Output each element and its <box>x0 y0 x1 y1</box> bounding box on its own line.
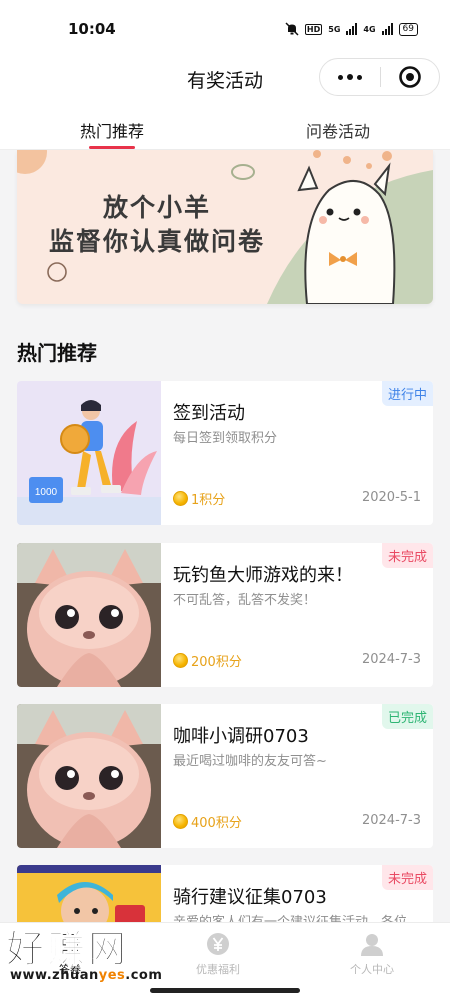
more-menu-button[interactable] <box>320 59 380 95</box>
card-description: 每日签到领取积分 <box>173 431 278 446</box>
card-points: 200积分 <box>173 651 242 670</box>
watermark-url-prefix: www.zhuan <box>10 968 99 983</box>
points-value: 200积分 <box>191 655 242 670</box>
hd-icon: HD <box>304 23 323 35</box>
promo-banner[interactable]: 放个小羊 监督你认真做问卷 <box>17 150 433 304</box>
activity-card[interactable]: 1000 签到活动 每日签到领取积分 1积分 2020-5-1 进行中 <box>17 381 433 525</box>
banner-headline: 放个小羊 <box>102 193 211 222</box>
signal-4g-icon <box>381 23 393 35</box>
thumb-number-label: 1000 <box>35 487 58 498</box>
card-title: 骑行建议征集0703 <box>173 887 327 908</box>
signal-5g-label: 5G <box>328 24 341 34</box>
site-watermark: 好赚网 www.zhuanyes.com <box>5 918 196 988</box>
card-date: 2020-5-1 <box>361 490 421 505</box>
points-value: 1积分 <box>191 493 226 508</box>
signal-5g-icon <box>346 23 358 35</box>
tabbar-item-profile[interactable]: 个人中心 <box>332 931 412 977</box>
card-points: 1积分 <box>173 489 225 508</box>
yen-coin-icon <box>207 933 229 955</box>
card-title: 咖啡小调研0703 <box>173 726 309 747</box>
watermark-text: 好赚网 <box>5 927 130 972</box>
checkin-illustration: 1000 <box>17 381 161 525</box>
tab-hot-recommend[interactable]: 热门推荐 <box>80 118 144 142</box>
status-time: 10:04 <box>68 20 116 38</box>
close-miniapp-button[interactable] <box>381 65 439 89</box>
coin-icon <box>173 491 188 506</box>
plush-fox-image <box>17 543 161 687</box>
activity-card[interactable]: 咖啡小调研0703 最近喝过咖啡的友友可答~ 400积分 2024-7-3 已完… <box>17 704 433 848</box>
status-icons: HD 5G 4G 69 <box>285 22 418 36</box>
activity-card[interactable]: 玩钓鱼大师游戏的来！ 不可乱答，乱答不发奖！ 200积分 2024-7-3 未完… <box>17 543 433 687</box>
target-close-icon <box>399 66 421 88</box>
signal-4g-label: 4G <box>363 24 376 34</box>
status-badge: 未完成 <box>381 543 433 568</box>
active-tab-indicator <box>89 146 135 149</box>
user-icon <box>361 934 383 956</box>
card-thumbnail <box>17 704 161 848</box>
status-badge: 进行中 <box>381 381 433 406</box>
status-badge: 已完成 <box>381 704 433 729</box>
banner-subheadline: 监督你认真做问卷 <box>48 227 265 256</box>
tabbar-label: 个人中心 <box>350 963 394 976</box>
tab-bar-top: 热门推荐 问卷活动 <box>0 100 450 150</box>
section-title: 热门推荐 <box>17 341 97 365</box>
tab-survey-activities[interactable]: 问卷活动 <box>306 118 370 142</box>
mute-bell-icon <box>285 22 299 36</box>
more-dot-icon <box>338 74 343 80</box>
miniapp-capsule <box>319 58 440 96</box>
card-thumbnail <box>17 543 161 687</box>
card-description: 最近喝过咖啡的友友可答~ <box>173 754 327 769</box>
more-dot-icon <box>347 74 353 80</box>
status-badge: 未完成 <box>381 865 433 890</box>
card-date: 2024-7-3 <box>361 813 421 828</box>
card-points: 400积分 <box>173 812 242 831</box>
card-description: 不可乱答，乱答不发奖！ <box>173 593 317 608</box>
watermark-url-highlight: yes <box>98 968 126 983</box>
coin-icon <box>173 814 188 829</box>
watermark-url: www.zhuanyes.com <box>10 968 162 983</box>
card-thumbnail: 1000 <box>17 381 161 525</box>
points-value: 400积分 <box>191 816 242 831</box>
card-title: 签到活动 <box>173 403 245 424</box>
nav-bar: 有奖活动 <box>0 58 450 100</box>
home-indicator <box>150 988 300 993</box>
plush-fox-image <box>17 704 161 848</box>
more-dot-icon <box>357 74 362 80</box>
card-date: 2024-7-3 <box>361 652 421 667</box>
battery-icon: 69 <box>398 22 418 36</box>
card-title: 玩钓鱼大师游戏的来！ <box>173 565 353 586</box>
status-bar: 10:04 HD 5G 4G 69 <box>0 0 450 58</box>
watermark-url-suffix: .com <box>125 968 163 983</box>
coin-icon <box>173 653 188 668</box>
